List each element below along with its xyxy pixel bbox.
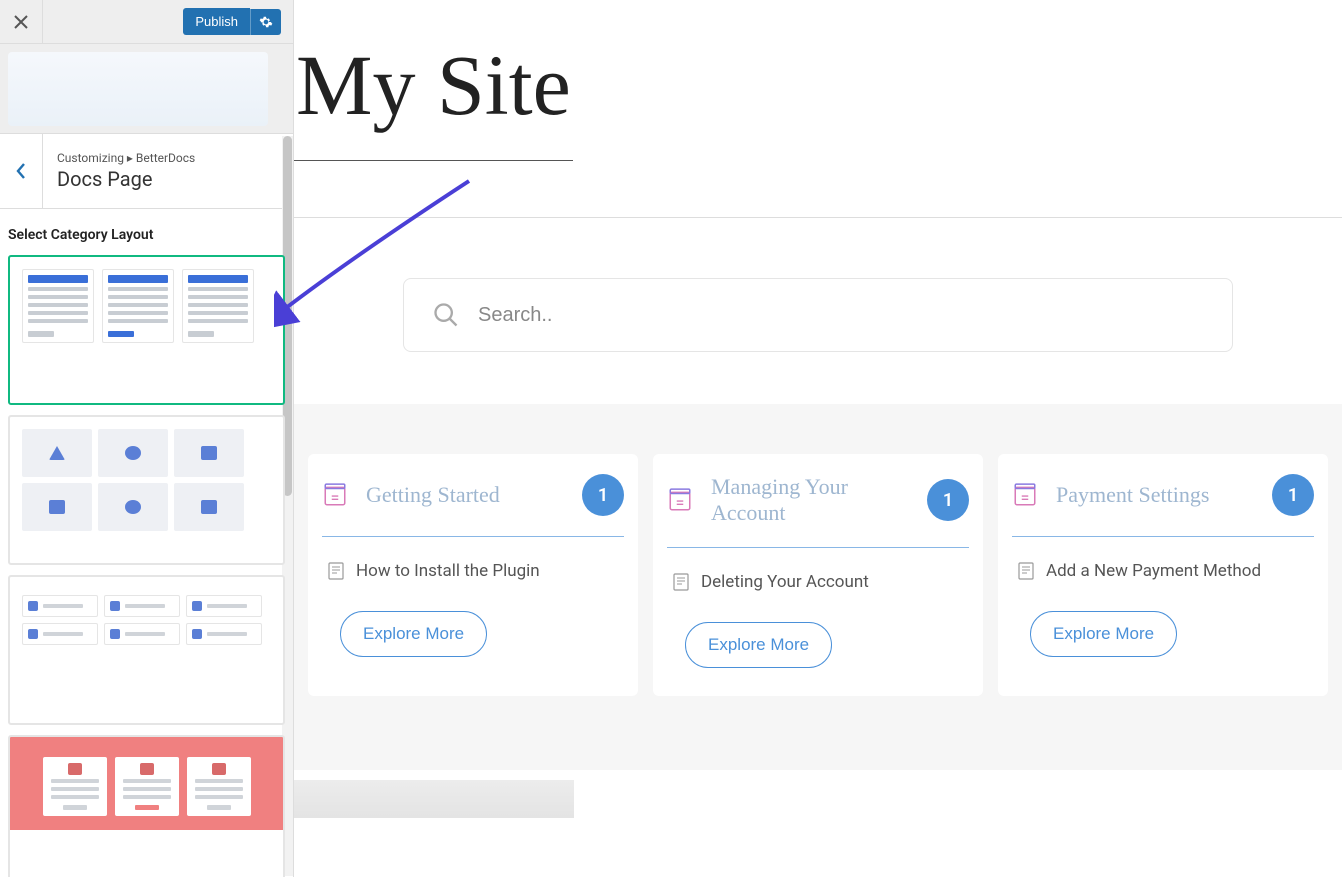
explore-more-button[interactable]: Explore More xyxy=(340,611,487,657)
document-icon xyxy=(328,562,344,580)
publish-settings-button[interactable] xyxy=(250,9,281,35)
publish-button[interactable]: Publish xyxy=(183,8,250,35)
article-item[interactable]: How to Install the Plugin xyxy=(328,561,624,581)
layout-option-2[interactable] xyxy=(8,415,285,565)
article-title: How to Install the Plugin xyxy=(356,561,540,581)
folder-icon xyxy=(1012,481,1038,509)
category-title: Payment Settings xyxy=(1056,482,1254,508)
category-card: Managing Your Account 1 Deleting Your Ac… xyxy=(653,454,983,696)
category-card: Payment Settings 1 Add a New Payment Met… xyxy=(998,454,1328,696)
panel-header: Customizing ▸ BetterDocs Docs Page xyxy=(0,134,293,209)
article-item[interactable]: Add a New Payment Method xyxy=(1018,561,1314,581)
category-card: Getting Started 1 How to Install the Plu… xyxy=(308,454,638,696)
article-title: Deleting Your Account xyxy=(701,572,869,592)
category-cards: Getting Started 1 How to Install the Plu… xyxy=(294,404,1342,770)
explore-more-button[interactable]: Explore More xyxy=(685,622,832,668)
search-box[interactable] xyxy=(403,278,1233,352)
layout-option-4[interactable] xyxy=(8,735,285,877)
back-button[interactable] xyxy=(0,134,43,208)
folder-icon xyxy=(322,481,348,509)
category-title: Getting Started xyxy=(366,482,564,508)
breadcrumb: Customizing ▸ BetterDocs xyxy=(57,151,195,165)
search-icon xyxy=(432,301,460,329)
folder-icon xyxy=(667,486,693,514)
search-input[interactable] xyxy=(478,304,1204,327)
document-icon xyxy=(1018,562,1034,580)
gear-icon xyxy=(259,15,273,29)
layout-option-1[interactable] xyxy=(8,255,285,405)
count-badge: 1 xyxy=(582,474,624,516)
layout-option-3[interactable] xyxy=(8,575,285,725)
count-badge: 1 xyxy=(1272,474,1314,516)
panel-body: Select Category Layout xyxy=(0,209,293,877)
article-title: Add a New Payment Method xyxy=(1046,561,1261,581)
close-button[interactable] xyxy=(0,0,43,44)
preview-frame: My Site Getting Started 1 xyxy=(294,0,1342,877)
close-icon xyxy=(14,15,28,29)
customizer-sidebar: Publish Customizing ▸ BetterDocs Docs Pa… xyxy=(0,0,294,877)
footer-stub xyxy=(294,780,574,818)
panel-title: Docs Page xyxy=(57,167,195,191)
chevron-left-icon xyxy=(15,162,27,180)
site-preview-thumbnail xyxy=(0,44,293,134)
article-item[interactable]: Deleting Your Account xyxy=(673,572,969,592)
site-title: My Site xyxy=(294,0,573,161)
count-badge: 1 xyxy=(927,479,969,521)
category-title: Managing Your Account xyxy=(711,474,909,527)
sidebar-toolbar: Publish xyxy=(0,0,293,44)
section-label: Select Category Layout xyxy=(8,227,285,243)
search-area xyxy=(294,218,1342,404)
document-icon xyxy=(673,573,689,591)
explore-more-button[interactable]: Explore More xyxy=(1030,611,1177,657)
